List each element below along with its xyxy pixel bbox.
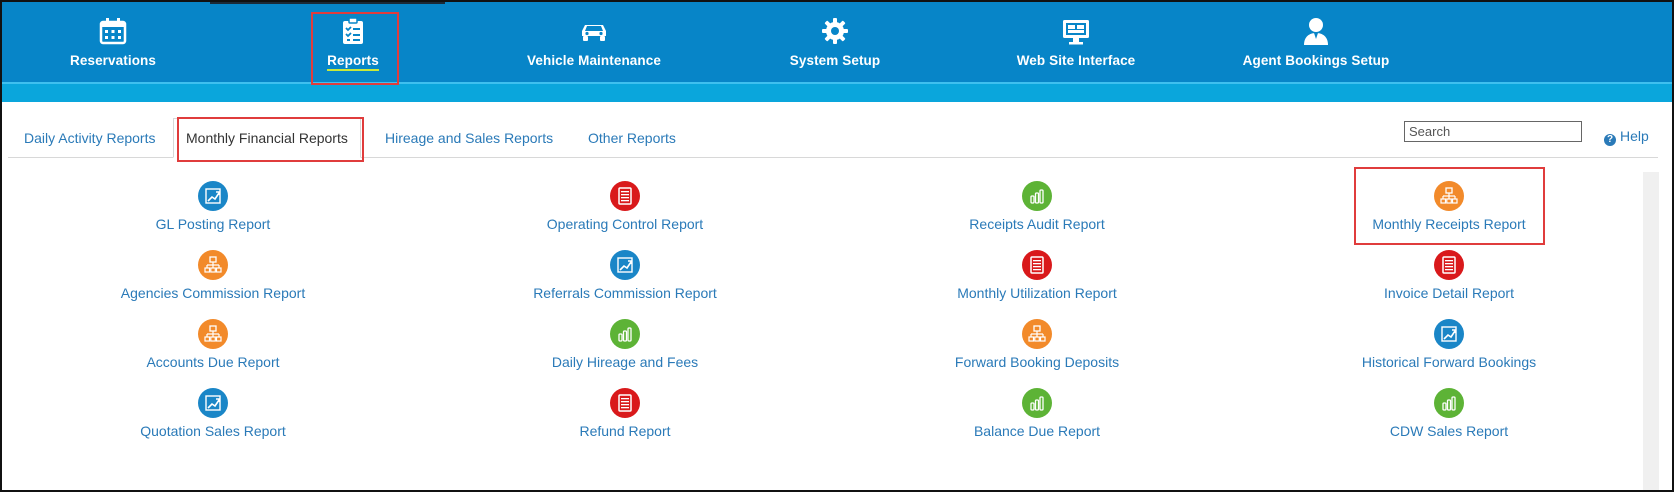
report-label: Quotation Sales Report <box>140 423 286 439</box>
bar-chart-icon <box>1434 388 1464 418</box>
tab-monthly-financial-reports[interactable]: Monthly Financial Reports <box>173 118 361 158</box>
report-link-gl-posting-report[interactable]: GL Posting Report <box>53 181 373 232</box>
report-link-refund-report[interactable]: Refund Report <box>465 388 785 439</box>
report-label: Monthly Utilization Report <box>957 285 1117 301</box>
sub-navigation-bar <box>0 82 1674 102</box>
report-link-historical-forward-bookings[interactable]: Historical Forward Bookings <box>1289 319 1609 370</box>
report-label: Daily Hireage and Fees <box>551 354 699 370</box>
report-link-daily-hireage-and-fees[interactable]: Daily Hireage and Fees <box>465 319 785 370</box>
report-label: Accounts Due Report <box>146 354 280 370</box>
chart-icon <box>1434 319 1464 349</box>
nav-label: Vehicle Maintenance <box>527 53 661 68</box>
tab-hireage-and-sales-reports[interactable]: Hireage and Sales Reports <box>385 118 553 158</box>
org-chart-icon <box>1434 181 1464 211</box>
report-label: Historical Forward Bookings <box>1361 354 1537 370</box>
report-link-monthly-receipts-report[interactable]: Monthly Receipts Report <box>1289 181 1609 232</box>
nav-label: Web Site Interface <box>1016 53 1136 68</box>
tab-other-reports[interactable]: Other Reports <box>588 118 676 158</box>
report-link-balance-due-report[interactable]: Balance Due Report <box>877 388 1197 439</box>
agent-icon <box>1304 18 1328 45</box>
document-icon <box>1434 250 1464 280</box>
scrollbar[interactable] <box>1643 172 1659 490</box>
report-link-quotation-sales-report[interactable]: Quotation Sales Report <box>53 388 373 439</box>
monitor-icon <box>1063 20 1089 45</box>
chart-icon <box>198 181 228 211</box>
report-label: CDW Sales Report <box>1389 423 1509 439</box>
nav-vehicle-maintenance[interactable]: Vehicle Maintenance <box>514 12 674 72</box>
report-link-monthly-utilization-report[interactable]: Monthly Utilization Report <box>877 250 1197 301</box>
nav-label: Agent Bookings Setup <box>1242 53 1390 68</box>
org-chart-icon <box>198 319 228 349</box>
report-label: Invoice Detail Report <box>1384 285 1514 301</box>
report-label: Referrals Commission Report <box>533 285 717 301</box>
report-link-referrals-commission-report[interactable]: Referrals Commission Report <box>465 250 785 301</box>
report-label: Balance Due Report <box>973 423 1101 439</box>
bar-chart-icon <box>1022 388 1052 418</box>
report-link-accounts-due-report[interactable]: Accounts Due Report <box>53 319 373 370</box>
gear-icon <box>822 18 848 44</box>
nav-reports[interactable]: Reports <box>273 12 433 72</box>
checklist-icon <box>343 17 363 44</box>
nav-label: System Setup <box>789 53 881 68</box>
bar-chart-icon <box>1022 181 1052 211</box>
report-label: Agencies Commission Report <box>120 285 306 301</box>
org-chart-icon <box>1022 319 1052 349</box>
report-label: Refund Report <box>579 423 671 439</box>
top-accent-line <box>210 0 445 4</box>
org-chart-icon <box>198 250 228 280</box>
nav-reservations[interactable]: Reservations <box>33 12 193 72</box>
report-label: Forward Booking Deposits <box>954 354 1120 370</box>
car-icon <box>582 25 606 41</box>
document-icon <box>610 181 640 211</box>
report-label: Receipts Audit Report <box>969 216 1105 232</box>
nav-web-site-interface[interactable]: Web Site Interface <box>996 12 1156 72</box>
report-label: GL Posting Report <box>155 216 271 232</box>
nav-agent-bookings-setup[interactable]: Agent Bookings Setup <box>1236 12 1396 72</box>
chart-icon <box>198 388 228 418</box>
bar-chart-icon <box>610 319 640 349</box>
report-label: Operating Control Report <box>546 216 704 232</box>
calendar-icon <box>99 18 127 45</box>
search-input[interactable] <box>1404 121 1582 142</box>
help-label: Help <box>1620 128 1649 144</box>
report-link-operating-control-report[interactable]: Operating Control Report <box>465 181 785 232</box>
tab-daily-activity-reports[interactable]: Daily Activity Reports <box>24 118 155 158</box>
report-link-agencies-commission-report[interactable]: Agencies Commission Report <box>53 250 373 301</box>
help-link[interactable]: ? Help <box>1604 128 1649 146</box>
report-link-forward-booking-deposits[interactable]: Forward Booking Deposits <box>877 319 1197 370</box>
report-link-cdw-sales-report[interactable]: CDW Sales Report <box>1289 388 1609 439</box>
report-link-receipts-audit-report[interactable]: Receipts Audit Report <box>877 181 1197 232</box>
question-icon: ? <box>1604 134 1616 146</box>
nav-system-setup[interactable]: System Setup <box>755 12 915 72</box>
document-icon <box>610 388 640 418</box>
document-icon <box>1022 250 1052 280</box>
chart-icon <box>610 250 640 280</box>
report-label: Monthly Receipts Report <box>1372 216 1526 232</box>
nav-label: Reservations <box>70 53 156 68</box>
report-link-invoice-detail-report[interactable]: Invoice Detail Report <box>1289 250 1609 301</box>
nav-label: Reports <box>327 53 379 71</box>
